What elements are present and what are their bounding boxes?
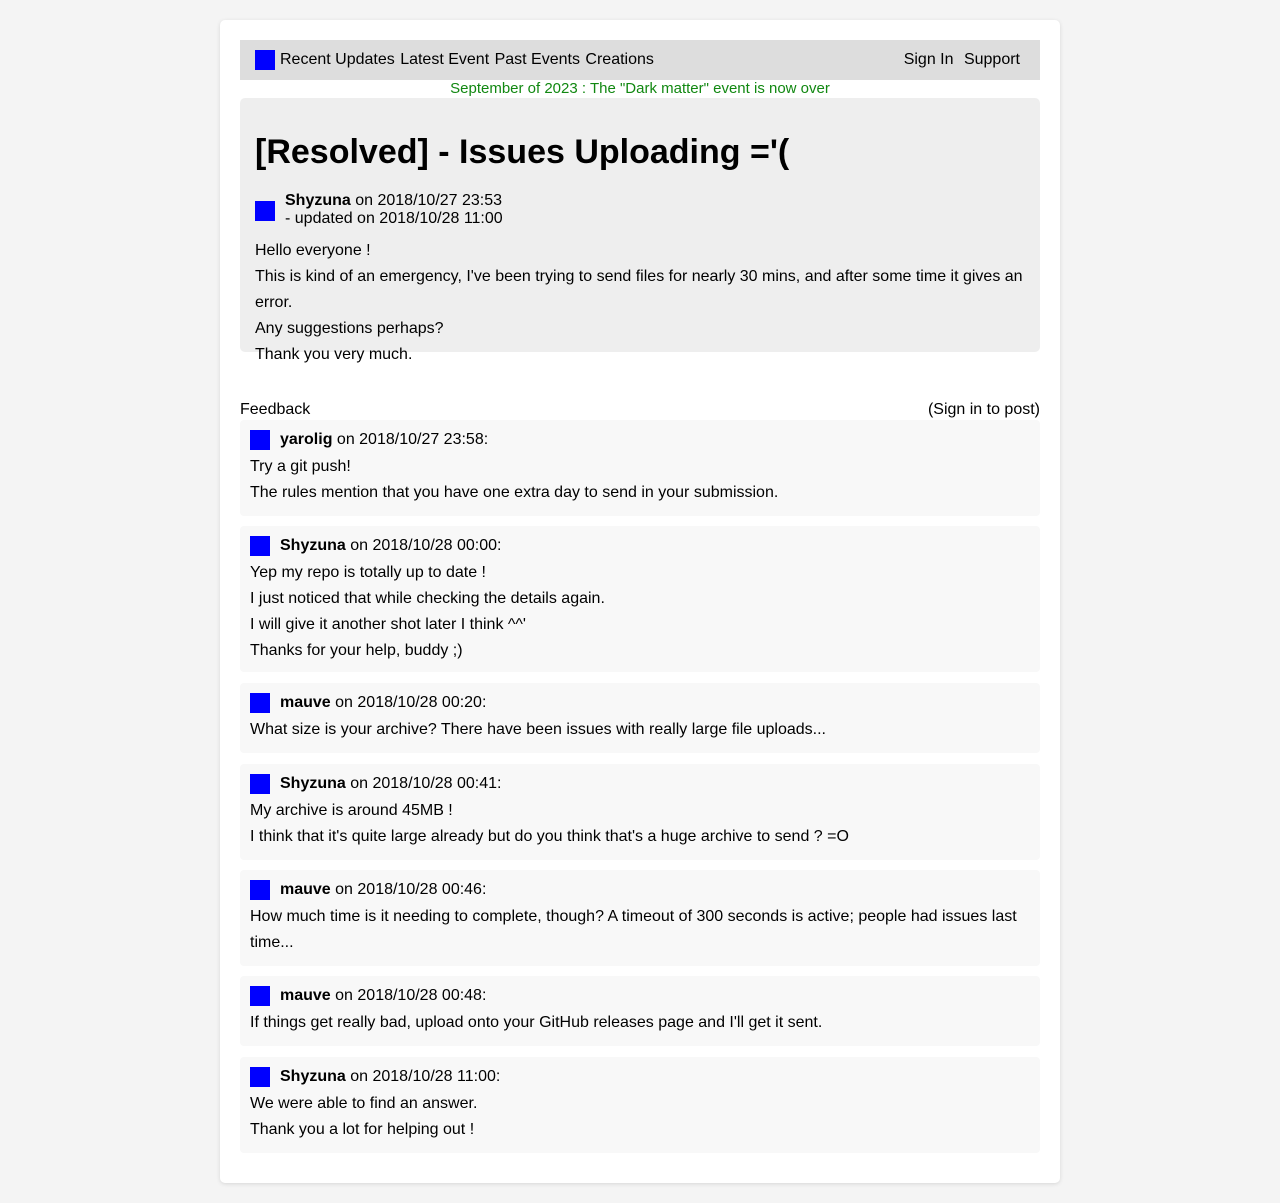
post-body: Hello everyone ! This is kind of an emer… (255, 238, 1030, 368)
comment-date: on 2018/10/28 00:41: (345, 775, 502, 792)
post-body-line: Thank you very much. (255, 346, 413, 363)
feedback-header: Feedback (Sign in to post) (240, 400, 1040, 420)
comment-date: on 2018/10/28 00:00: (345, 537, 502, 554)
nav-past-events[interactable]: Past Events (495, 51, 580, 68)
support-link[interactable]: Support (964, 51, 1020, 68)
avatar[interactable] (250, 986, 270, 1006)
comment-line: I think that it's quite large already bu… (250, 828, 849, 845)
comment: Shyzuna on 2018/10/28 11:00: We were abl… (240, 1057, 1040, 1153)
sign-in-to-post-link[interactable]: (Sign in to post) (928, 400, 1040, 420)
post-title: [Resolved] - Issues Uploading ='( (255, 133, 790, 171)
comment-line: What size is your archive? There have be… (250, 721, 826, 738)
comment-line: The rules mention that you have one extr… (250, 484, 779, 501)
comment: Shyzuna on 2018/10/28 00:00: Yep my repo… (240, 526, 1040, 672)
nav-account-links: Sign In Support (898, 40, 1020, 80)
post-card: [Resolved] - Issues Uploading ='( Shyzun… (240, 98, 1040, 363)
comment-date: on 2018/10/27 23:58: (332, 431, 489, 448)
comment-line: If things get really bad, upload onto yo… (250, 1014, 823, 1031)
comment-date: on 2018/10/28 00:20: (330, 694, 487, 711)
nav-creations[interactable]: Creations (585, 51, 653, 68)
nav-links: Recent Updates Latest Event Past Events … (280, 40, 655, 80)
comment: mauve on 2018/10/28 00:48: If things get… (240, 976, 1040, 1046)
comment-line: Thank you a lot for helping out ! (250, 1121, 475, 1138)
avatar[interactable] (250, 880, 270, 900)
feedback-label: Feedback (240, 401, 311, 418)
comment: mauve on 2018/10/28 00:20: What size is … (240, 683, 1040, 753)
comment-line: Thanks for your help, buddy ;) (250, 642, 463, 659)
comment-date: on 2018/10/28 00:46: (330, 881, 487, 898)
comment: yarolig on 2018/10/27 23:58: Try a git p… (240, 420, 1040, 516)
comment-author[interactable]: Shyzuna (280, 1068, 346, 1085)
comment-date: on 2018/10/28 11:00: (345, 1068, 501, 1085)
avatar[interactable] (255, 201, 275, 221)
post-body-line: Hello everyone ! (255, 242, 371, 259)
event-banner: September of 2023 : The "Dark matter" ev… (450, 80, 830, 97)
comment-author[interactable]: Shyzuna (280, 537, 346, 554)
sign-in-link[interactable]: Sign In (904, 51, 954, 68)
comment-author[interactable]: mauve (280, 881, 331, 898)
avatar[interactable] (250, 1067, 270, 1087)
comment-author[interactable]: yarolig (280, 431, 332, 448)
post-updated: - updated on 2018/10/28 11:00 (285, 210, 503, 227)
comment-author[interactable]: mauve (280, 694, 331, 711)
comment-line: We were able to find an answer. (250, 1095, 478, 1112)
avatar[interactable] (250, 536, 270, 556)
comment-author[interactable]: mauve (280, 987, 331, 1004)
comment-line: I will give it another shot later I thin… (250, 616, 526, 633)
post-author-name[interactable]: Shyzuna (285, 192, 351, 209)
page-card: Recent Updates Latest Event Past Events … (220, 20, 1060, 1183)
post-body-line: This is kind of an emergency, I've been … (255, 268, 1023, 311)
comment: mauve on 2018/10/28 00:46: How much time… (240, 870, 1040, 966)
comment-line: I just noticed that while checking the d… (250, 590, 605, 607)
avatar[interactable] (250, 774, 270, 794)
avatar[interactable] (250, 430, 270, 450)
post-body-line: Any suggestions perhaps? (255, 320, 444, 337)
avatar[interactable] (250, 693, 270, 713)
nav-latest-event[interactable]: Latest Event (400, 51, 489, 68)
comment-author[interactable]: Shyzuna (280, 775, 346, 792)
comment-line: Yep my repo is totally up to date ! (250, 564, 486, 581)
post-date: on 2018/10/27 23:53 (350, 192, 503, 209)
comment-line: Try a git push! (250, 458, 351, 475)
comment-line: My archive is around 45MB ! (250, 802, 453, 819)
nav-recent-updates[interactable]: Recent Updates (280, 51, 395, 68)
top-nav: Recent Updates Latest Event Past Events … (240, 40, 1040, 80)
comment-line: How much time is it needing to complete,… (250, 908, 1017, 951)
site-logo-icon[interactable] (255, 50, 275, 70)
comment-date: on 2018/10/28 00:48: (330, 987, 487, 1004)
comment: Shyzuna on 2018/10/28 00:41: My archive … (240, 764, 1040, 860)
